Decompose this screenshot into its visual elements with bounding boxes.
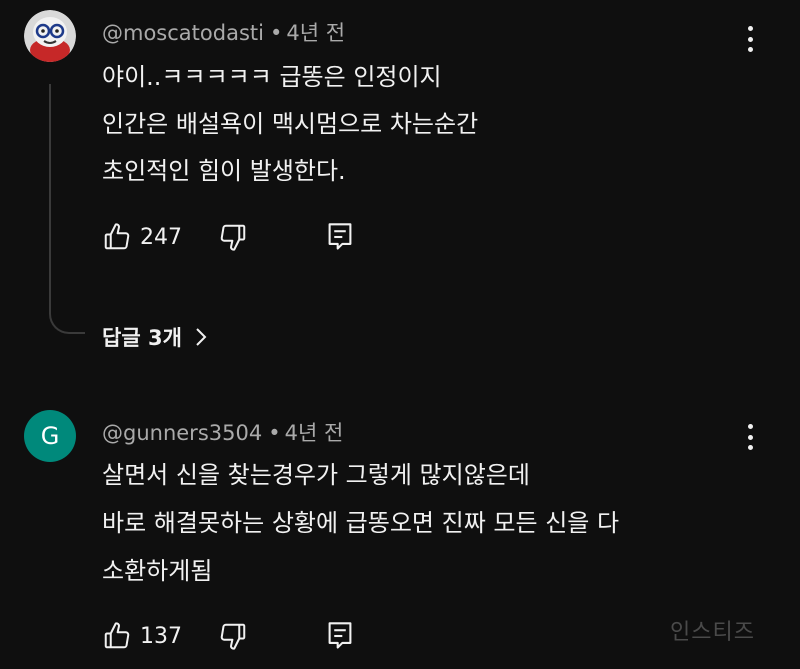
reply-comment-icon xyxy=(328,622,352,649)
thumbs-up-icon xyxy=(104,622,130,649)
view-replies-button[interactable]: 답글 3개 xyxy=(102,322,208,352)
replies-label: 답글 3개 xyxy=(102,326,182,350)
like-button[interactable]: 247 xyxy=(102,222,182,252)
comment-time: 4년 전 xyxy=(286,21,346,45)
like-count: 137 xyxy=(140,623,182,649)
author-name[interactable]: @moscatodasti xyxy=(102,21,264,45)
comment-meta: @moscatodasti • 4년 전 xyxy=(102,17,345,47)
like-count: 247 xyxy=(140,224,182,250)
chevron-right-icon xyxy=(196,328,207,346)
reply-comment-icon xyxy=(328,223,352,250)
thread-connector-line xyxy=(49,84,85,334)
author-name[interactable]: @gunners3504 xyxy=(102,421,262,445)
avatar[interactable] xyxy=(24,10,76,62)
meta-separator: • xyxy=(269,21,283,45)
comment-text-line: 살면서 신을 찾는경우가 그렇게 많지않은데 xyxy=(102,461,530,489)
comment-text-line: 바로 해결못하는 상황에 급똥오면 진짜 모든 신을 다 xyxy=(102,509,620,537)
comment-time: 4년 전 xyxy=(284,421,344,445)
dislike-button[interactable] xyxy=(218,222,248,252)
reply-button[interactable] xyxy=(326,621,354,651)
more-vertical-icon[interactable] xyxy=(738,422,762,452)
avatar-letter: G xyxy=(40,422,60,450)
avatar[interactable]: G xyxy=(24,410,76,462)
watermark: 인스티즈 xyxy=(670,620,755,645)
comment-text-line: 인간은 배설욕이 맥시멈으로 차는순간 xyxy=(102,110,479,138)
meta-separator: • xyxy=(268,421,281,445)
thumbs-down-icon xyxy=(220,224,246,251)
thumbs-down-icon xyxy=(220,623,246,650)
like-button[interactable]: 137 xyxy=(102,621,182,651)
comment-text-line: 야이..ㅋㅋㅋㅋㅋ 급똥은 인정이지 xyxy=(102,63,442,91)
comment-text-line: 소환하게됨 xyxy=(102,557,213,585)
reply-button[interactable] xyxy=(326,222,354,252)
comment-meta: @gunners3504 • 4년 전 xyxy=(102,417,343,447)
more-vertical-icon[interactable] xyxy=(738,24,762,54)
cartoon-avatar-image xyxy=(24,10,76,62)
comment-text-line: 초인적인 힘이 발생한다. xyxy=(102,157,346,185)
dislike-button[interactable] xyxy=(218,621,248,651)
thumbs-up-icon xyxy=(104,223,130,250)
